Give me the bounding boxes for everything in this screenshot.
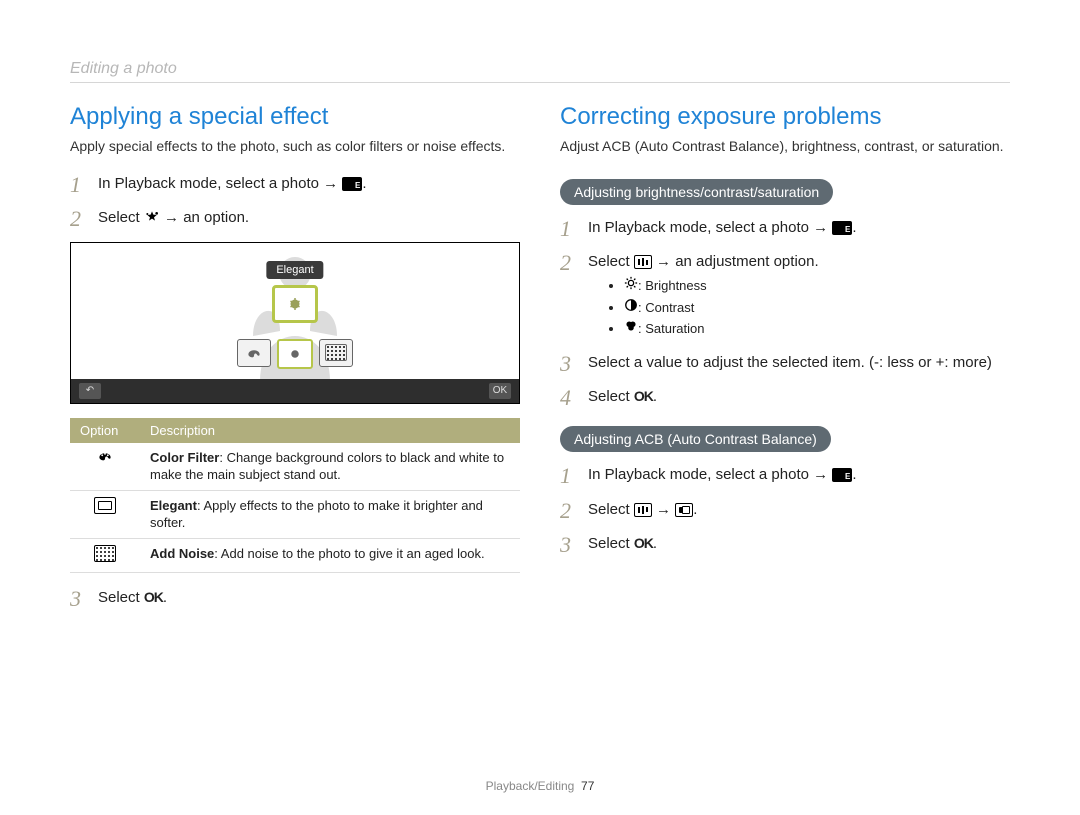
options-table: Option Description Color Filter: Change … xyxy=(70,418,520,574)
step-text: Select OK. xyxy=(588,386,1010,407)
manual-page: Editing a photo Applying a special effec… xyxy=(0,0,1080,815)
table-row: Color Filter: Change background colors t… xyxy=(70,443,520,491)
subsection-pill-bcs: Adjusting brightness/contrast/saturation xyxy=(560,179,833,205)
step-number: 3 xyxy=(70,587,92,611)
effects-star-icon xyxy=(144,210,160,226)
step-number: 4 xyxy=(560,386,582,410)
noise-icon xyxy=(94,545,116,562)
step-text: In Playback mode, select a photo → . xyxy=(98,173,520,194)
section-title-exposure: Correcting exposure problems xyxy=(560,103,1010,131)
saturation-icon xyxy=(624,319,638,333)
adjustment-icon xyxy=(634,255,652,269)
bullet-contrast: : Contrast xyxy=(624,298,1010,317)
preview-back-button: ↶ xyxy=(79,383,101,399)
left-column: Applying a special effect Apply special … xyxy=(70,103,520,621)
table-row: Elegant: Apply effects to the photo to m… xyxy=(70,490,520,538)
step-text: Select → . xyxy=(588,499,1010,520)
breadcrumb: Editing a photo xyxy=(70,60,1010,83)
photo-edit-icon xyxy=(832,468,852,482)
table-header-description: Description xyxy=(140,418,520,443)
table-cell-desc: Elegant: Apply effects to the photo to m… xyxy=(140,490,520,538)
footer-section: Playback/Editing xyxy=(486,779,575,793)
step-number: 1 xyxy=(70,173,92,197)
step-text: Select → an adjustment option. : Brightn… xyxy=(588,251,1010,342)
ok-icon: OK xyxy=(144,589,163,605)
preview-chip-row xyxy=(237,339,353,369)
preview-ok-button: OK xyxy=(489,383,511,399)
step-number: 2 xyxy=(560,251,582,275)
preview-chip-palette xyxy=(237,339,271,367)
bullet-brightness: : Brightness xyxy=(624,276,1010,295)
right-column: Correcting exposure problems Adjust ACB … xyxy=(560,103,1010,621)
elegant-icon xyxy=(286,295,304,313)
step-number: 1 xyxy=(560,217,582,241)
preview-chip-noise xyxy=(319,339,353,367)
ok-icon: OK xyxy=(634,388,653,404)
step-text: Select OK. xyxy=(588,533,1010,554)
ok-icon: OK xyxy=(634,535,653,551)
page-footer: Playback/Editing 77 xyxy=(0,779,1080,793)
step-number: 1 xyxy=(560,464,582,488)
brightness-icon xyxy=(624,276,638,290)
bullet-saturation: : Saturation xyxy=(624,319,1010,338)
contrast-icon xyxy=(624,298,638,312)
preview-selected-chip xyxy=(272,285,318,323)
table-cell-desc: Add Noise: Add noise to the photo to giv… xyxy=(140,538,520,573)
step-number: 2 xyxy=(560,499,582,523)
intro-exposure: Adjust ACB (Auto Contrast Balance), brig… xyxy=(560,137,1010,155)
step-text: In Playback mode, select a photo → . xyxy=(588,217,1010,238)
step-text: Select OK. xyxy=(98,587,520,608)
palette-icon xyxy=(96,449,114,463)
step-text: In Playback mode, select a photo → . xyxy=(588,464,1010,485)
adjustment-icon xyxy=(634,503,652,517)
photo-edit-icon xyxy=(342,177,362,191)
subsection-pill-acb: Adjusting ACB (Auto Contrast Balance) xyxy=(560,426,831,452)
step-text: Select → an option. xyxy=(98,207,520,228)
table-header-option: Option xyxy=(70,418,140,443)
step-text: Select a value to adjust the selected it… xyxy=(588,352,1010,373)
preview-bottom-bar: ↶ OK xyxy=(71,379,519,403)
acb-icon xyxy=(675,503,693,517)
table-cell-desc: Color Filter: Change background colors t… xyxy=(140,443,520,491)
intro-special-effect: Apply special effects to the photo, such… xyxy=(70,137,520,155)
effect-preview: Elegant ↶ OK xyxy=(70,242,520,404)
step-number: 3 xyxy=(560,533,582,557)
step-number: 3 xyxy=(560,352,582,376)
table-row: Add Noise: Add noise to the photo to giv… xyxy=(70,538,520,573)
preview-effect-label: Elegant xyxy=(266,261,323,279)
page-number: 77 xyxy=(581,779,594,793)
step-number: 2 xyxy=(70,207,92,231)
photo-edit-icon xyxy=(832,221,852,235)
preview-chip-elegant xyxy=(277,339,313,369)
elegant-frame-icon xyxy=(94,497,116,514)
section-title-special-effect: Applying a special effect xyxy=(70,103,520,131)
